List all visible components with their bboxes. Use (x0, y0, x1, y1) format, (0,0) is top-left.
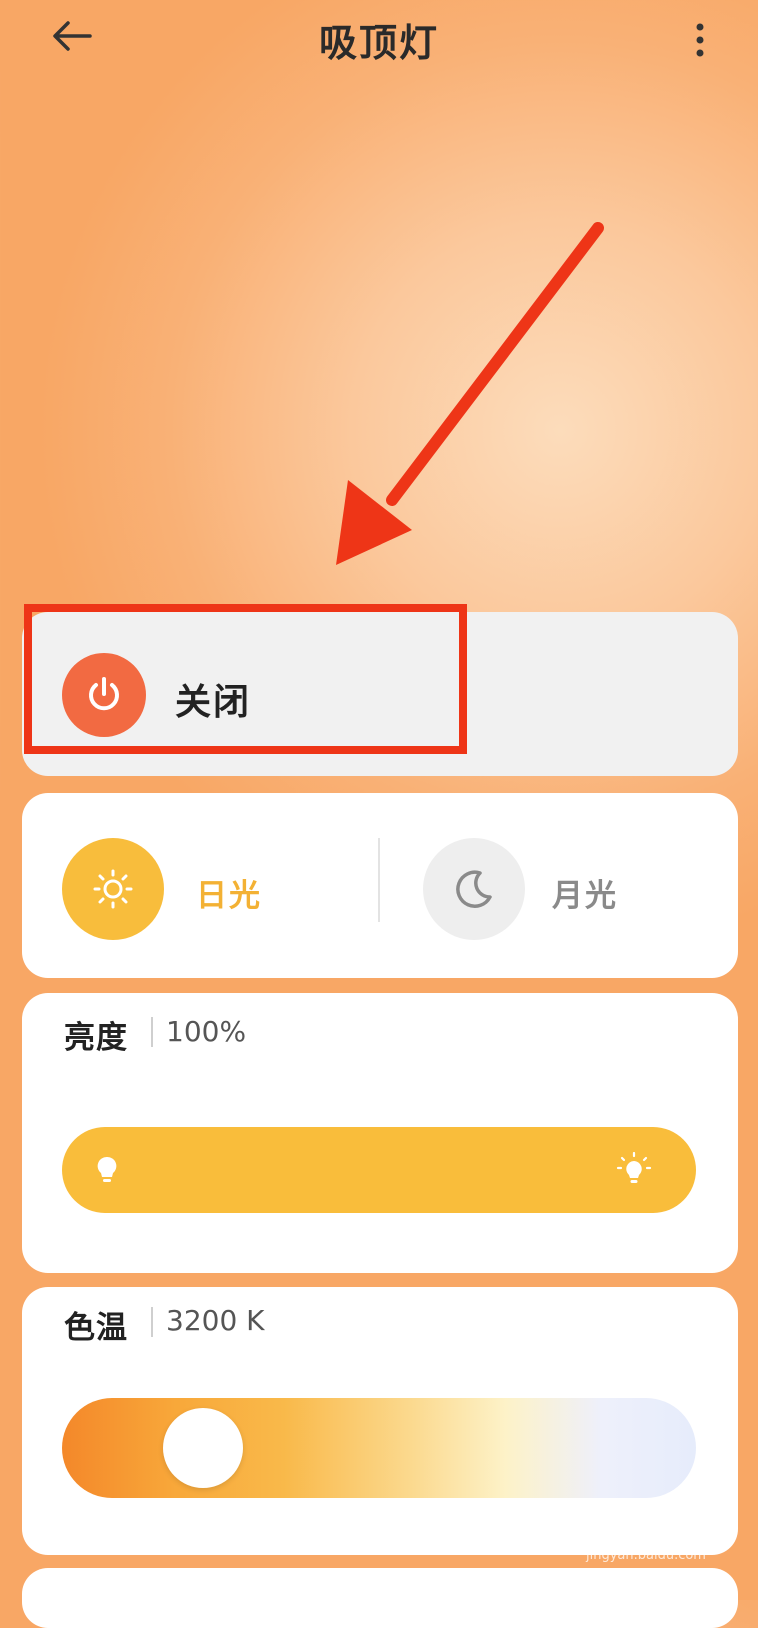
color-temperature-separator (151, 1307, 153, 1337)
color-temperature-thumb[interactable] (162, 1408, 243, 1488)
power-label: 关闭 (175, 682, 252, 723)
more-button[interactable] (680, 10, 720, 70)
next-card (22, 1568, 738, 1628)
color-temperature-slider[interactable] (62, 1398, 696, 1498)
bulb-dim-icon (92, 1127, 122, 1213)
power-icon (89, 677, 119, 711)
more-vertical-icon (696, 23, 704, 57)
brightness-title: 亮度 (64, 1020, 128, 1056)
color-temperature-value: 3200 K (166, 1304, 265, 1337)
brightness-separator (151, 1017, 153, 1047)
mode-divider (378, 838, 380, 922)
daylight-mode-button[interactable] (62, 838, 164, 940)
brightness-value: 100% (166, 1015, 247, 1048)
moonlight-mode-label[interactable]: 月光 (552, 870, 618, 915)
moonlight-mode-button[interactable] (423, 838, 525, 940)
app-bar: 吸顶灯 (0, 0, 758, 80)
color-temperature-title: 色温 (64, 1310, 128, 1346)
page-title: 吸顶灯 (318, 21, 439, 65)
bulb-bright-icon (614, 1127, 654, 1213)
daylight-mode-label[interactable]: 日光 (196, 870, 262, 915)
power-button[interactable] (62, 653, 146, 737)
moon-icon (456, 870, 492, 908)
brightness-slider[interactable] (62, 1127, 696, 1213)
sun-icon (93, 869, 133, 909)
